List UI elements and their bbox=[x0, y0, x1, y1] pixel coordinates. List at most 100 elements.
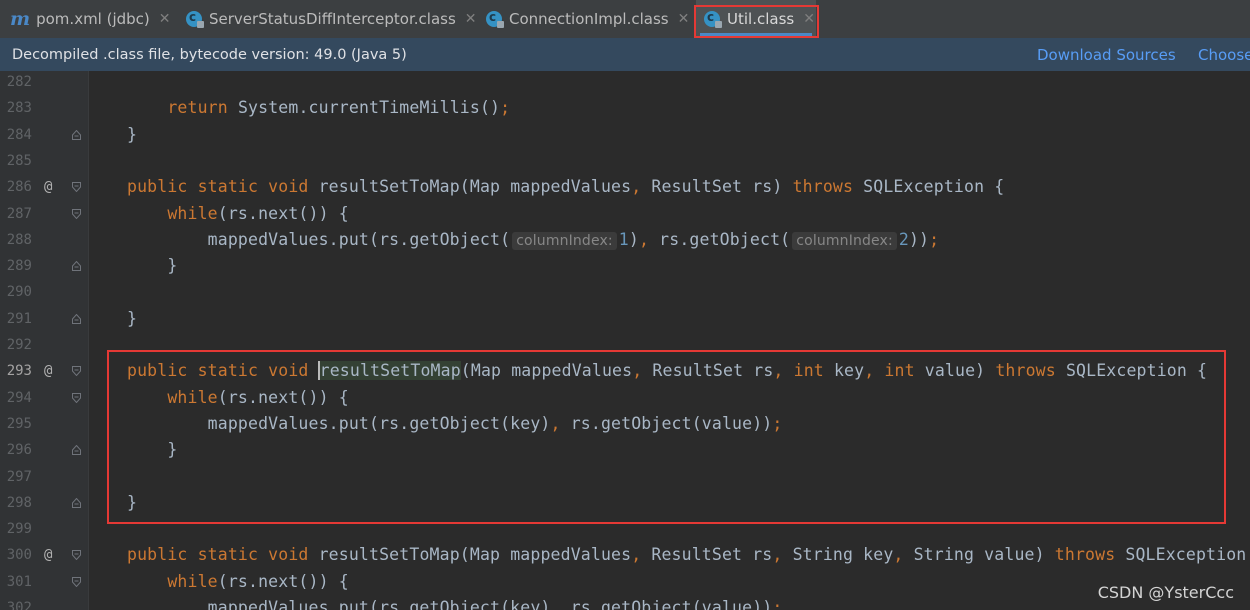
code-token: mappedValues.put(rs.getObject( bbox=[127, 229, 511, 249]
code-token: while bbox=[167, 203, 218, 223]
code-token: while bbox=[167, 571, 218, 591]
code-token: ResultSet rs) bbox=[641, 177, 793, 197]
code-token: , bbox=[638, 229, 650, 249]
fold-collapse-icon[interactable] bbox=[72, 392, 81, 403]
fold-end-icon[interactable] bbox=[72, 313, 81, 324]
line-number: 288 bbox=[6, 231, 32, 248]
code-token: return bbox=[167, 98, 228, 118]
editor-tab-bar: m pom.xml (jdbc) ✕ ServerStatusDiffInter… bbox=[0, 0, 1250, 39]
fold-end-icon[interactable] bbox=[72, 129, 81, 140]
code-text[interactable]: while(rs.next()) { bbox=[127, 569, 349, 595]
code-token: rs.getObject( bbox=[649, 229, 791, 249]
code-text[interactable]: public static void resultSetToMap(Map ma… bbox=[127, 542, 1250, 568]
tab-highlight-box bbox=[694, 5, 819, 38]
fold-collapse-icon[interactable] bbox=[72, 576, 81, 587]
line-number: 292 bbox=[6, 337, 32, 353]
maven-icon: m bbox=[10, 8, 31, 30]
tab-label: ServerStatusDiffInterceptor.class bbox=[209, 10, 456, 28]
code-text[interactable]: public static void resultSetToMap(Map ma… bbox=[127, 174, 1004, 200]
code-text[interactable]: while(rs.next()) { bbox=[127, 201, 349, 227]
line-number: 297 bbox=[6, 468, 32, 485]
fold-end-icon[interactable] bbox=[72, 445, 81, 456]
fold-collapse-icon[interactable] bbox=[72, 182, 81, 193]
code-token: SQLException { bbox=[853, 177, 1005, 197]
fold-collapse-icon[interactable] bbox=[72, 208, 81, 219]
code-text[interactable]: } bbox=[127, 306, 137, 332]
class-file-icon bbox=[186, 10, 204, 28]
code-text[interactable]: return System.currentTimeMillis(); bbox=[127, 95, 510, 121]
code-line[interactable]: 285 bbox=[0, 148, 1250, 174]
code-token: , bbox=[550, 598, 561, 610]
code-text[interactable]: mappedValues.put(rs.getObject(key), rs.g… bbox=[127, 595, 783, 610]
line-number: 284 bbox=[6, 126, 32, 143]
tab-pom-xml[interactable]: m pom.xml (jdbc) ✕ bbox=[10, 0, 171, 38]
line-number: 287 bbox=[6, 205, 32, 222]
line-number: 291 bbox=[6, 310, 32, 327]
decompiled-banner: Decompiled .class file, bytecode version… bbox=[0, 38, 1250, 72]
code-line[interactable]: 282 bbox=[0, 71, 1250, 95]
line-number: 283 bbox=[6, 100, 32, 117]
code-line[interactable]: 288 mappedValues.put(rs.getObject(column… bbox=[0, 227, 1250, 253]
line-number: 290 bbox=[6, 284, 32, 301]
code-line[interactable]: 291} bbox=[0, 306, 1250, 332]
tab-connection-impl[interactable]: ConnectionImpl.class ✕ bbox=[486, 0, 689, 38]
code-highlight-box bbox=[107, 350, 1226, 524]
code-token: 2 bbox=[898, 229, 909, 249]
class-file-icon bbox=[486, 10, 504, 28]
code-line[interactable]: 289 } bbox=[0, 253, 1250, 279]
line-number: 296 bbox=[6, 442, 32, 459]
fold-end-icon[interactable] bbox=[72, 497, 81, 508]
download-sources-link[interactable]: Download Sources bbox=[1037, 46, 1176, 64]
close-icon[interactable]: ✕ bbox=[465, 11, 477, 27]
close-icon[interactable]: ✕ bbox=[678, 11, 690, 27]
code-token: resultSetToMap(Map mappedValues bbox=[308, 545, 632, 565]
code-token: mappedValues.put(rs.getObject(key) bbox=[127, 598, 551, 610]
code-line[interactable]: 290 bbox=[0, 279, 1250, 305]
code-token: (rs.next()) { bbox=[217, 203, 349, 223]
code-token: (rs.next()) { bbox=[217, 571, 349, 591]
code-text[interactable]: } bbox=[127, 122, 137, 148]
code-text[interactable]: mappedValues.put(rs.getObject(columnInde… bbox=[127, 227, 939, 254]
code-line[interactable]: 283 return System.currentTimeMillis(); bbox=[0, 95, 1250, 121]
fold-end-icon[interactable] bbox=[72, 261, 81, 272]
watermark: CSDN @YsterCcc bbox=[1097, 583, 1234, 602]
tab-label: pom.xml (jdbc) bbox=[36, 10, 150, 28]
banner-message: Decompiled .class file, bytecode version… bbox=[12, 46, 407, 63]
code-token: , bbox=[631, 177, 642, 197]
line-number: 302 bbox=[6, 600, 32, 610]
code-token: throws bbox=[792, 177, 854, 197]
code-text[interactable]: } bbox=[127, 253, 177, 279]
overrides-method-icon[interactable]: @ bbox=[44, 542, 52, 568]
line-number: 289 bbox=[6, 258, 32, 275]
code-token: public static void bbox=[127, 177, 309, 197]
code-token: ) bbox=[628, 229, 639, 249]
overrides-method-icon[interactable]: @ bbox=[44, 174, 52, 200]
code-token: } bbox=[127, 308, 138, 328]
code-line[interactable]: 287 while(rs.next()) { bbox=[0, 201, 1250, 227]
code-token: ; bbox=[772, 598, 783, 610]
code-line[interactable]: 302 mappedValues.put(rs.getObject(key), … bbox=[0, 595, 1250, 610]
tab-server-status-diff-interceptor[interactable]: ServerStatusDiffInterceptor.class ✕ bbox=[186, 0, 477, 38]
code-token: } bbox=[127, 256, 178, 276]
line-number: 293 bbox=[6, 363, 32, 380]
line-number: 300 bbox=[6, 547, 32, 564]
overrides-method-icon[interactable]: @ bbox=[44, 358, 52, 384]
code-line[interactable]: 301 while(rs.next()) { bbox=[0, 569, 1250, 595]
choose-sources-link[interactable]: Choose bbox=[1198, 46, 1250, 64]
code-line[interactable]: 286 @ public static void resultSetToMap(Ma… bbox=[0, 174, 1250, 200]
code-line[interactable]: 284} bbox=[0, 122, 1250, 148]
code-editor[interactable]: 282 283 return System.currentTimeMillis()… bbox=[0, 71, 1250, 610]
code-token: String value) bbox=[903, 545, 1055, 565]
code-token: ResultSet rs bbox=[641, 545, 773, 565]
parameter-hint: columnIndex: bbox=[512, 231, 617, 250]
code-token: , bbox=[893, 545, 904, 565]
line-number: 298 bbox=[6, 494, 32, 511]
fold-collapse-icon[interactable] bbox=[72, 366, 81, 377]
code-token: rs.getObject(value)) bbox=[560, 598, 773, 610]
code-line[interactable]: 300 @ public static void resultSetToMap(Ma… bbox=[0, 542, 1250, 568]
close-icon[interactable]: ✕ bbox=[159, 11, 171, 27]
fold-collapse-icon[interactable] bbox=[72, 550, 81, 561]
code-token: , bbox=[772, 545, 783, 565]
